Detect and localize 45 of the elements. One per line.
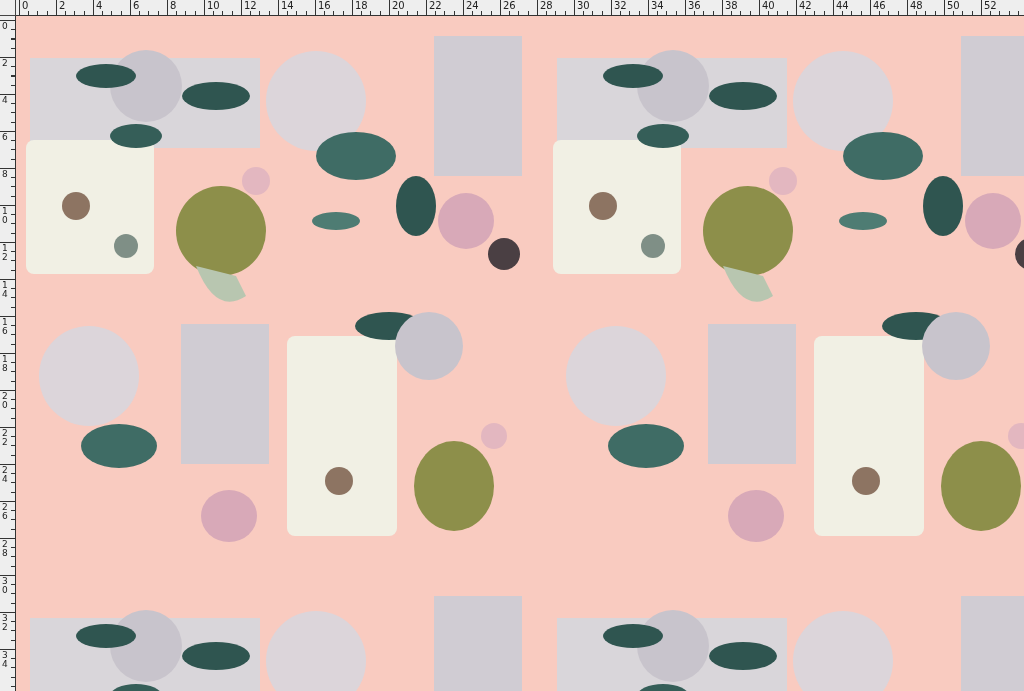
ruler-label: 30 — [2, 577, 9, 595]
ruler-label: 26 — [500, 0, 537, 15]
ruler-label: 50 — [944, 0, 981, 15]
ruler-label: 22 — [426, 0, 463, 15]
ruler-label: 6 — [130, 0, 167, 15]
ruler-label: 6 — [2, 133, 9, 142]
ruler-label: 18 — [2, 355, 9, 373]
ruler-label: 8 — [2, 170, 9, 179]
ruler-label: 36 — [685, 0, 722, 15]
ruler-label: 20 — [389, 0, 426, 15]
ruler-label: 24 — [463, 0, 500, 15]
ruler-label: 10 — [2, 207, 9, 225]
ruler-label: 30 — [574, 0, 611, 15]
ruler-label: 20 — [2, 392, 9, 410]
ruler-label: 4 — [93, 0, 130, 15]
ruler-label: 40 — [759, 0, 796, 15]
ruler-label: 44 — [833, 0, 870, 15]
ruler-label: 2 — [2, 59, 9, 68]
ruler-label: 8 — [167, 0, 204, 15]
ruler-label: 38 — [722, 0, 759, 15]
ruler-label: 0 — [2, 22, 9, 31]
ruler-label: 12 — [241, 0, 278, 15]
ruler-label: 18 — [352, 0, 389, 15]
ruler-label: 14 — [278, 0, 315, 15]
ruler-label: 52 — [981, 0, 1018, 15]
ruler-label: 46 — [870, 0, 907, 15]
ruler-label: 48 — [907, 0, 944, 15]
ruler-label: 26 — [2, 503, 9, 521]
ruler-label: 42 — [796, 0, 833, 15]
ruler-label: 10 — [204, 0, 241, 15]
ruler-label: 14 — [2, 281, 9, 299]
ruler-label: 16 — [2, 318, 9, 336]
ruler-label: 32 — [2, 614, 9, 632]
ruler-label: 24 — [2, 466, 9, 484]
ruler-label: 16 — [315, 0, 352, 15]
ruler-label: 0 — [19, 0, 56, 15]
ruler-label: 34 — [648, 0, 685, 15]
ruler-label: 34 — [2, 651, 9, 669]
ruler-label: 12 — [2, 244, 9, 262]
ruler-label: 28 — [537, 0, 574, 15]
ruler-label: 2 — [56, 0, 93, 15]
ruler-label: 4 — [2, 96, 9, 105]
ruler-label: 32 — [611, 0, 648, 15]
ruler-label: 28 — [2, 540, 9, 558]
ruler-label: 22 — [2, 429, 9, 447]
